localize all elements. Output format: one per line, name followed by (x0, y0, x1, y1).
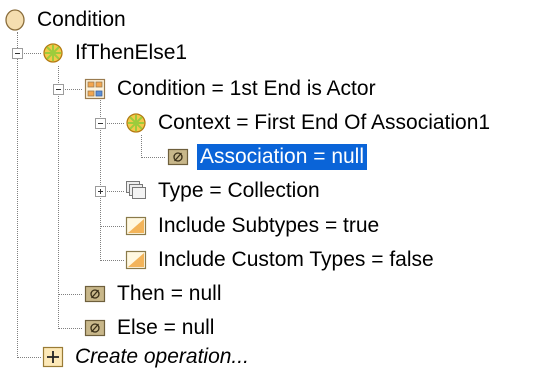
tree-node-label: IfThenElse1 (75, 41, 188, 64)
null-value-icon (167, 146, 189, 168)
tree-node-label: Association = null (197, 144, 368, 170)
condition-icon (4, 9, 26, 31)
tree-node-label: Condition = 1st End is Actor (117, 77, 376, 100)
tree-node-label: Condition (37, 8, 126, 31)
ifthenelse-icon (42, 42, 64, 64)
tree-line (141, 157, 165, 158)
tree-line (58, 294, 82, 295)
tree-node-include-subtypes[interactable]: Include Subtypes = true (125, 211, 382, 241)
tree-node-condition-root[interactable]: Condition (4, 5, 129, 35)
tree-node-label: Create operation... (75, 345, 249, 368)
tree-line (100, 260, 124, 261)
boolean-value-icon (125, 215, 147, 237)
tree-node-label: Else = null (117, 316, 215, 339)
tree-line (58, 66, 59, 329)
collapse-toggle[interactable] (12, 48, 23, 59)
tree-line (17, 357, 41, 358)
null-value-icon (84, 283, 106, 305)
expand-toggle[interactable] (95, 186, 106, 197)
collection-icon (125, 180, 147, 202)
tree-node-label: Context = First End Of Association1 (158, 111, 491, 134)
tree-node-label: Include Subtypes = true (158, 214, 380, 237)
tree-line (17, 32, 18, 358)
tree-node-ifthenelse[interactable]: IfThenElse1 (42, 38, 190, 68)
tree-node-label: Type = Collection (158, 179, 320, 202)
create-operation-item[interactable]: Create operation... (42, 342, 252, 372)
tree-node-label: Include Custom Types = false (158, 248, 434, 271)
tree-node-include-custom-types[interactable]: Include Custom Types = false (125, 245, 437, 275)
condition-diagram-icon (84, 78, 106, 100)
tree-node-else[interactable]: Else = null (84, 313, 217, 343)
boolean-value-icon (125, 249, 147, 271)
tree-node-condition[interactable]: Condition = 1st End is Actor (84, 74, 379, 104)
tree-line (141, 135, 142, 158)
tree-node-label: Then = null (117, 282, 222, 305)
tree-node-association[interactable]: Association = null (167, 142, 368, 172)
tree-line (58, 328, 82, 329)
context-icon (125, 112, 147, 134)
tree-line (100, 226, 124, 227)
null-value-icon (84, 317, 106, 339)
plus-icon (42, 346, 64, 368)
tree-node-type[interactable]: Type = Collection (125, 176, 323, 206)
collapse-toggle[interactable] (53, 84, 64, 95)
tree-node-context[interactable]: Context = First End Of Association1 (125, 108, 493, 138)
tree-node-then[interactable]: Then = null (84, 279, 225, 309)
collapse-toggle[interactable] (95, 118, 106, 129)
